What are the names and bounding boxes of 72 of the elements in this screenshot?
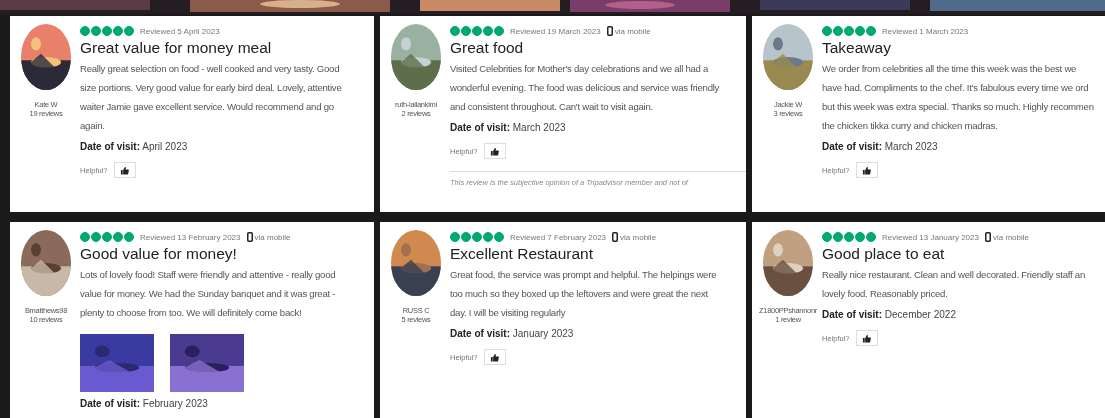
phone-icon: [984, 232, 991, 242]
rating-dot: [833, 26, 843, 36]
rating-dot: [124, 26, 134, 36]
thumbs-up-button[interactable]: [855, 330, 878, 346]
review-title: Excellent Restaurant: [450, 245, 594, 263]
visit-date: Date of visit: December 2022: [822, 309, 956, 320]
device-note: via mobile: [614, 26, 651, 36]
rating-dot: [102, 232, 112, 242]
review-text: Great food, the service was prompt and helpful. The helpings were too much so they boxed up the leftovers and were great the next day. I will be visiting regularly: [450, 268, 717, 320]
review-text: Really nice restaurant. Clean and well decorated. Friendly staff an lovely food. Reasonably priced.: [822, 268, 1086, 301]
visit-date: Date of visit: April 2023: [80, 141, 188, 152]
visit-date: Date of visit: February 2023: [80, 398, 208, 409]
review-text: Really great selection on food - well cooked and very tasty. Good size portions. Very good value for early bird deal. Lovely, attentive waiter Jamie gave excellent service. Would recommend and go again.: [80, 62, 342, 133]
rating-dot: [844, 232, 854, 242]
rating-dot: [483, 232, 493, 242]
rating-dot: [844, 26, 854, 36]
rating-dot: [855, 26, 865, 36]
review-title: Takeaway: [822, 39, 891, 57]
review-date: Reviewed 13 February 2023: [140, 232, 241, 242]
rating-dot: [450, 232, 460, 242]
visit-date: Date of visit: March 2023: [450, 122, 566, 133]
rating-dot: [866, 26, 876, 36]
thumbs-up-button[interactable]: [483, 143, 506, 159]
thumbs-up-icon: [490, 352, 500, 362]
review-title: Good value for money!: [80, 245, 237, 263]
review-text: We order from celebrities all the time this week was the best we have had. Compliments to the chef. It's fabulous every time we ord but this week was extra special. Thanks so much. Highly recommen the chicken tikka curry and chicken madras.: [822, 62, 1094, 133]
thumbs-up-button[interactable]: [113, 162, 136, 178]
rating-dot: [450, 26, 460, 36]
rating-dot: [461, 26, 471, 36]
review-date: Reviewed 19 March 2023: [510, 26, 601, 36]
rating-dot: [866, 232, 876, 242]
rating-dot: [124, 232, 134, 242]
thumbs-up-button[interactable]: [855, 162, 878, 178]
thumbs-up-button[interactable]: [483, 349, 506, 365]
thumbs-up-icon: [490, 146, 500, 156]
rating-dot: [91, 26, 101, 36]
device-note: via mobile: [254, 232, 291, 242]
rating-dot: [472, 232, 482, 242]
device-note: via mobile: [992, 232, 1029, 242]
review-text: Visited Celebrities for Mother's day celebrations and we all had a wonderful evening. The food was delicious and service was friendly and consistent throughout. Can't wait to visit again.: [450, 62, 720, 114]
rating-dot: [855, 232, 865, 242]
device-note: via mobile: [620, 232, 657, 242]
rating-dot: [472, 26, 482, 36]
rating-dot: [494, 26, 504, 36]
rating-dot: [461, 232, 471, 242]
rating-dot: [102, 26, 112, 36]
rating-dot: [80, 232, 90, 242]
review-date: Reviewed 7 February 2023: [510, 232, 607, 242]
visit-date: Date of visit: January 2023: [450, 328, 574, 339]
thumbs-up-icon: [862, 333, 872, 343]
rating-dot: [91, 232, 101, 242]
review-date: Reviewed 1 March 2023: [882, 26, 969, 36]
rating-dot: [113, 26, 123, 36]
phone-icon: [246, 232, 253, 242]
rating-dot: [822, 26, 832, 36]
review-title: Great food: [450, 39, 524, 57]
rating-dot: [822, 232, 832, 242]
phone-icon: [612, 232, 619, 242]
review-date: Reviewed 13 January 2023: [882, 232, 979, 242]
review-text: Lots of lovely food! Staff were friendly and attentive - really good value for money. We had the Sunday banquet and it was great - plenty to choose from too. We will definitely come back!: [80, 268, 336, 320]
phone-icon: [606, 26, 613, 36]
review-title: Good place to eat: [822, 245, 945, 263]
review-title: Great value for money meal: [80, 39, 272, 57]
rating-dot: [833, 232, 843, 242]
rating-dot: [80, 26, 90, 36]
rating-dot: [483, 26, 493, 36]
rating-dot: [113, 232, 123, 242]
review-date: Reviewed 5 April 2023: [140, 26, 220, 36]
thumbs-up-icon: [120, 165, 130, 175]
visit-date: Date of visit: March 2023: [822, 141, 938, 152]
thumbs-up-icon: [862, 165, 872, 175]
rating-dot: [494, 232, 504, 242]
